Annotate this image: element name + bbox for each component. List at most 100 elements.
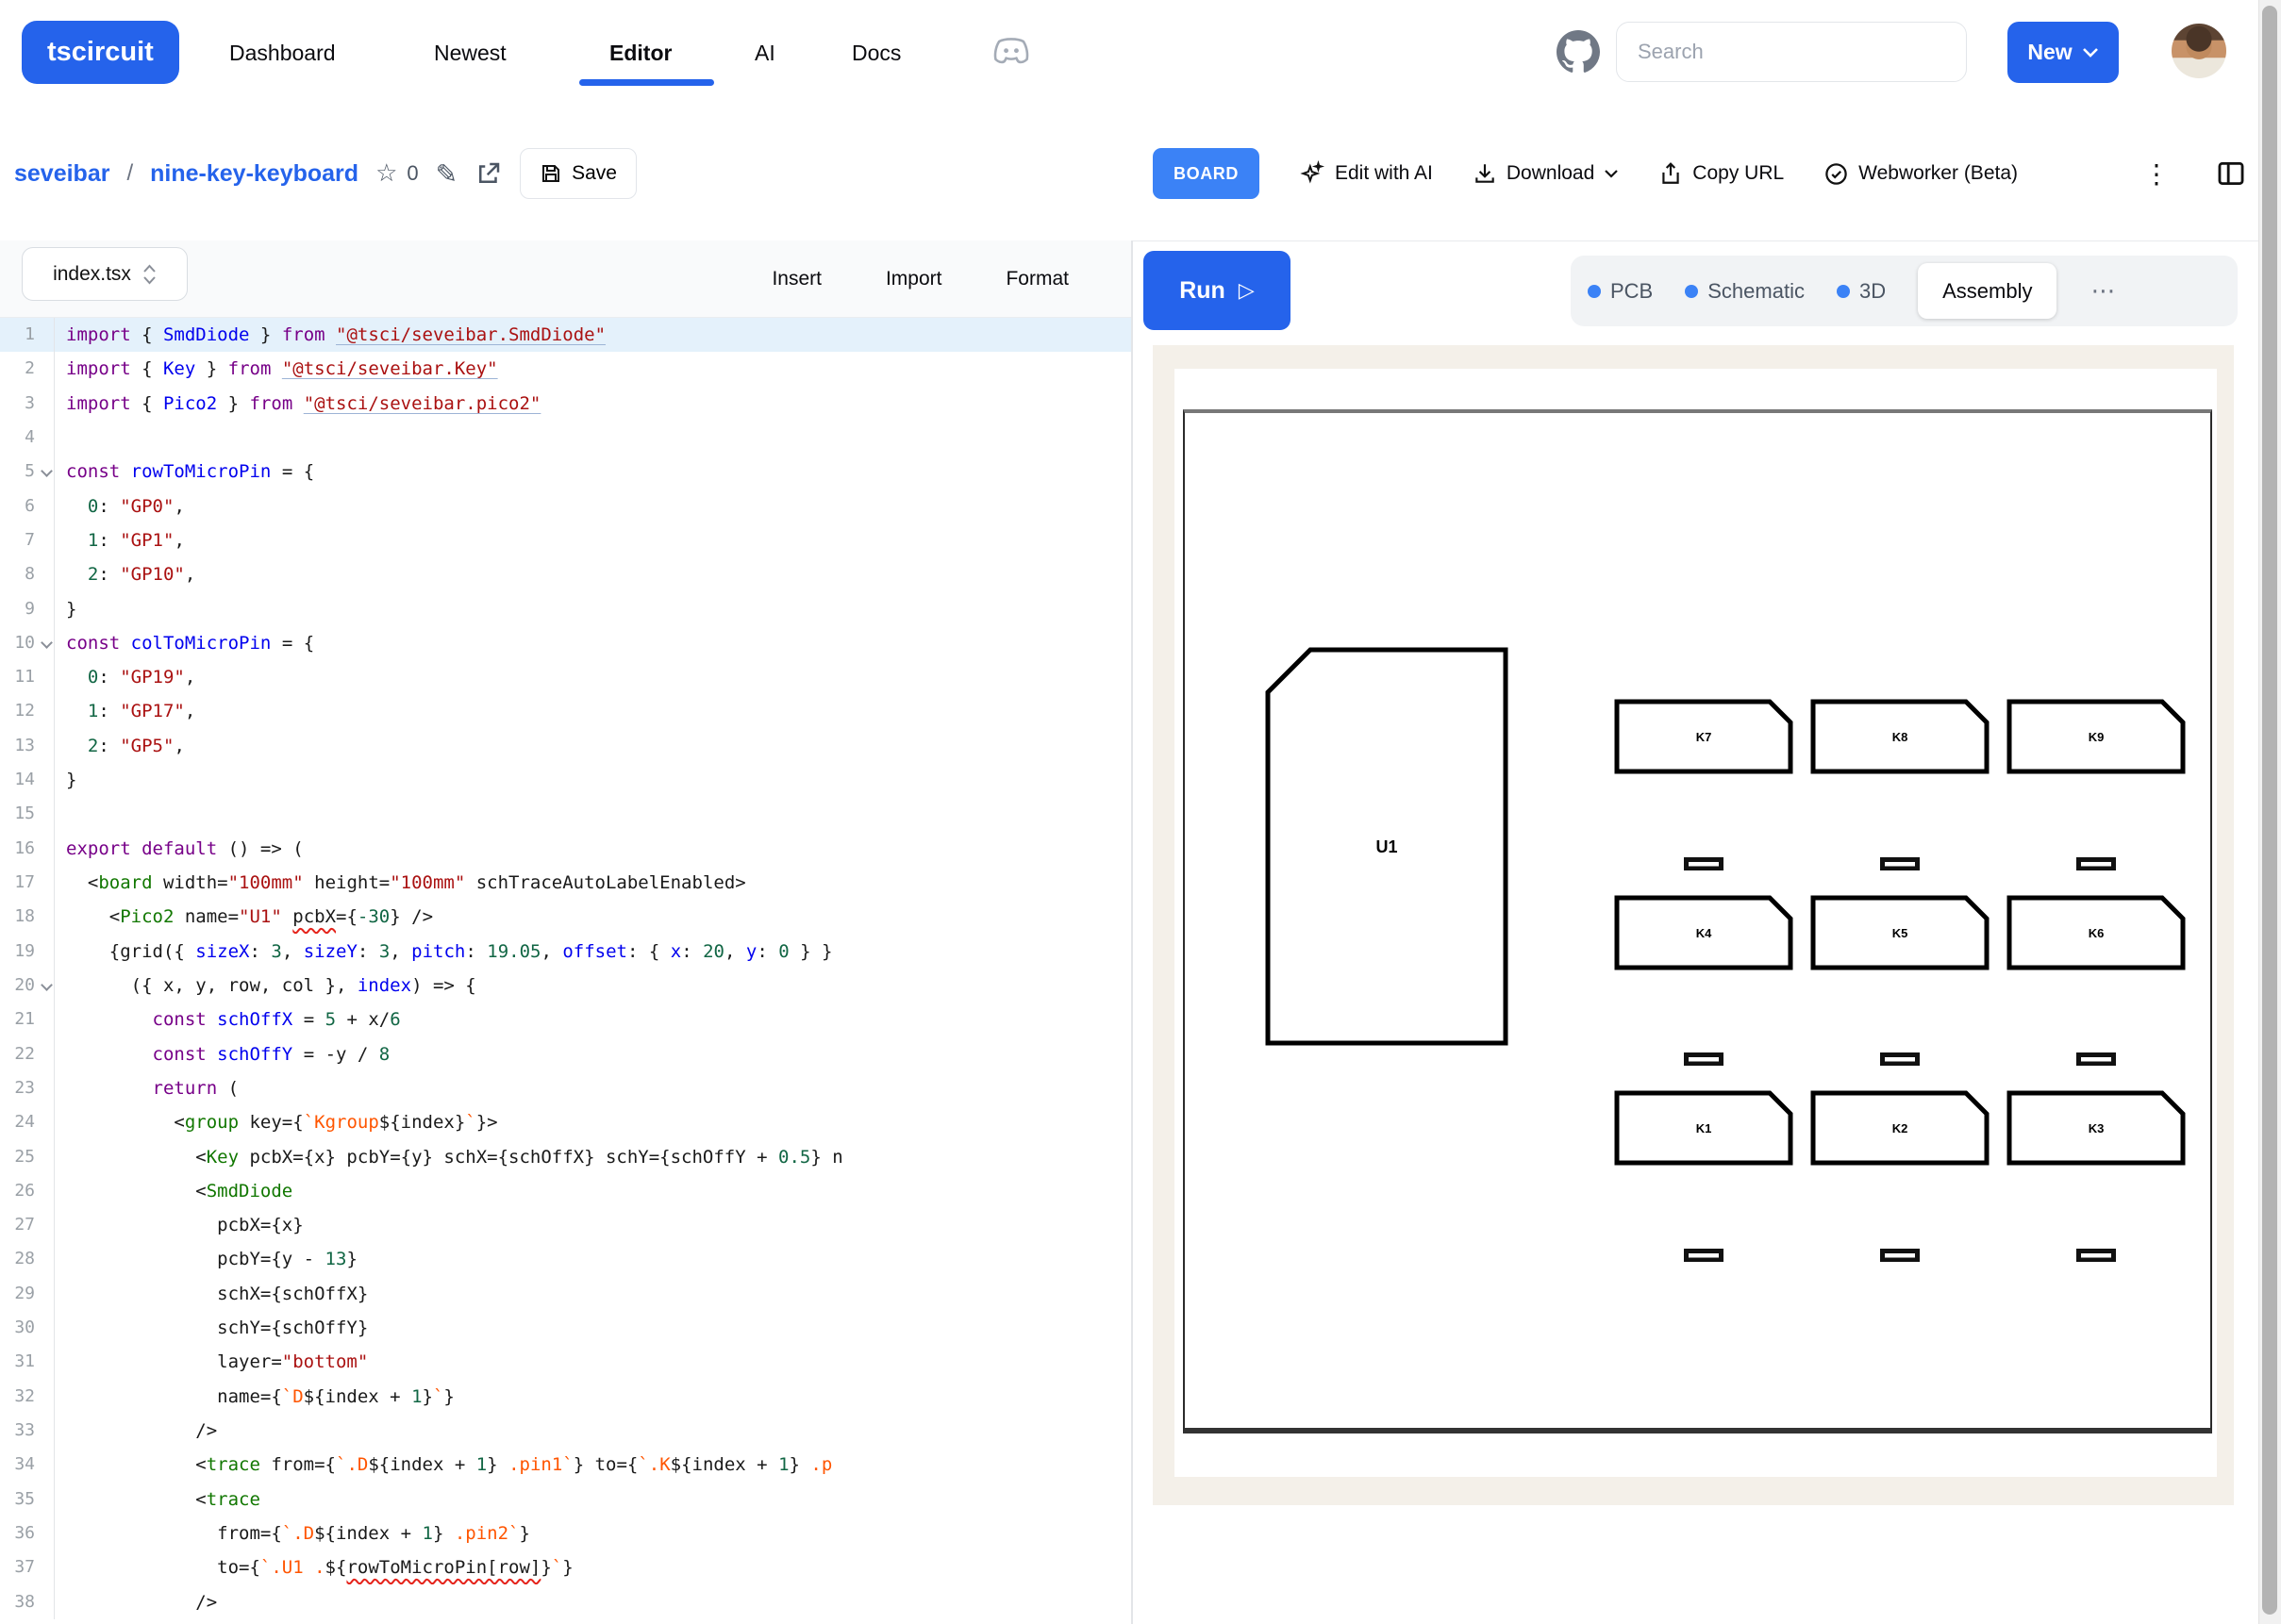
component-diode[interactable] [2076,1052,2116,1066]
code-line[interactable]: 8 2: "GP10", [0,557,1131,591]
code-line[interactable]: 26 <SmdDiode [0,1174,1131,1208]
search-input[interactable] [1616,22,1967,82]
nav-link-ai[interactable]: AI [755,0,775,106]
download-button[interactable]: Download [1473,161,1619,186]
nav-link-dashboard[interactable]: Dashboard [229,0,336,106]
code-line[interactable]: 2import { Key } from "@tsci/seveibar.Key… [0,352,1131,386]
tab-pcb[interactable]: PCB [1588,279,1653,304]
component-diode[interactable] [1880,857,1920,870]
code-line[interactable]: 22 const schOffY = -y / 8 [0,1037,1131,1071]
component-diode[interactable] [1880,1249,1920,1262]
code-line[interactable]: 37 to={`.U1 .${rowToMicroPin[row]}`} [0,1550,1131,1584]
component-diode[interactable] [1684,1249,1723,1262]
code-line[interactable]: 20 ({ x, y, row, col }, index) => { [0,969,1131,1003]
code-line[interactable]: 34 <trace from={`.D${index + 1} .pin1`} … [0,1448,1131,1482]
toggle-panel-button[interactable] [2215,107,2247,240]
component-diode[interactable] [1880,1052,1920,1066]
sparkle-icon [1299,160,1325,187]
code-line[interactable]: 15 [0,797,1131,831]
component-key[interactable]: K8 [1813,702,1987,771]
code-line[interactable]: 14} [0,763,1131,797]
tab-schematic[interactable]: Schematic [1685,279,1805,304]
menu-format[interactable]: Format [1006,268,1069,290]
preview-tab-bar: PCB Schematic 3D Assembly ⋯ [1571,256,2238,326]
code-line[interactable]: 21 const schOffX = 5 + x/6 [0,1003,1131,1036]
copy-url-label: Copy URL [1692,162,1784,185]
code-line[interactable]: 35 <trace [0,1483,1131,1516]
code-line[interactable]: 7 1: "GP1", [0,523,1131,557]
component-diode[interactable] [1684,1052,1723,1066]
code-line[interactable]: 29 schX={schOffX} [0,1277,1131,1311]
panel-divider[interactable] [1131,240,1133,1624]
star-icon[interactable]: ☆ [375,159,397,188]
edit-pencil-icon[interactable]: ✎ [436,158,458,190]
code-line[interactable]: 4 [0,421,1131,455]
code-line[interactable]: 17 <board width="100mm" height="100mm" s… [0,866,1131,900]
code-line[interactable]: 6 0: "GP0", [0,489,1131,523]
nav-link-docs[interactable]: Docs [852,0,901,106]
menu-import[interactable]: Import [886,268,942,290]
code-line[interactable]: 18 <Pico2 name="U1" pcbX={-30} /> [0,900,1131,934]
nav-link-editor[interactable]: Editor [609,0,672,106]
code-line[interactable]: 28 pcbY={y - 13} [0,1242,1131,1276]
breadcrumb-project[interactable]: nine-key-keyboard [150,160,358,188]
edit-with-ai-button[interactable]: Edit with AI [1299,160,1433,187]
code-line[interactable]: 5const rowToMicroPin = { [0,455,1131,489]
component-key[interactable]: K5 [1813,898,1987,968]
page-scrollbar-thumb[interactable] [2262,6,2277,1615]
code-line[interactable]: 30 schY={schOffY} [0,1311,1131,1345]
code-editor[interactable]: 1import { SmdDiode } from "@tsci/seveiba… [0,318,1131,1624]
discord-icon[interactable] [992,35,1030,67]
component-key[interactable]: K3 [2009,1093,2183,1163]
component-key[interactable]: K4 [1617,898,1790,968]
fold-chevron-icon[interactable] [41,637,53,649]
code-line[interactable]: 32 name={`D${index + 1}`} [0,1380,1131,1414]
code-line[interactable]: 36 from={`.D${index + 1} .pin2`} [0,1516,1131,1550]
code-line[interactable]: 33 /> [0,1414,1131,1448]
nav-link-newest[interactable]: Newest [434,0,507,106]
code-line[interactable]: 25 <Key pcbX={x} pcbY={y} schX={schOffX}… [0,1140,1131,1174]
component-diode[interactable] [1684,857,1723,870]
code-line[interactable]: 3import { Pico2 } from "@tsci/seveibar.p… [0,387,1131,421]
component-diode[interactable] [2076,1249,2116,1262]
more-options-button[interactable]: ⋮ [2143,107,2170,240]
share-icon[interactable] [475,159,503,188]
code-line[interactable]: 23 return ( [0,1071,1131,1105]
code-line[interactable]: 24 <group key={`Kgroup${index}`}> [0,1105,1131,1139]
tab-overflow-button[interactable]: ⋯ [2090,277,2115,306]
component-key[interactable]: K1 [1617,1093,1790,1163]
webworker-button[interactable]: Webworker (Beta) [1823,161,2018,187]
copy-url-button[interactable]: Copy URL [1658,161,1784,186]
save-button-label: Save [572,162,617,185]
save-button[interactable]: Save [520,148,637,199]
component-key[interactable]: K9 [2009,702,2183,771]
component-U1[interactable]: U1 [1268,650,1506,1043]
menu-insert[interactable]: Insert [772,268,822,290]
component-key[interactable]: K6 [2009,898,2183,968]
code-line[interactable]: 11 0: "GP19", [0,660,1131,694]
board-badge[interactable]: BOARD [1153,148,1259,199]
new-button[interactable]: New [2007,22,2119,83]
tscircuit-logo[interactable]: tscircuit [22,21,179,84]
code-line[interactable]: 9} [0,592,1131,626]
component-key[interactable]: K2 [1813,1093,1987,1163]
user-avatar[interactable] [2172,24,2226,78]
code-line[interactable]: 10const colToMicroPin = { [0,626,1131,660]
code-line[interactable]: 38 /> [0,1585,1131,1619]
code-line[interactable]: 12 1: "GP17", [0,694,1131,728]
fold-chevron-icon[interactable] [41,465,53,477]
breadcrumb-owner[interactable]: seveibar [14,160,109,188]
github-icon[interactable] [1557,30,1600,74]
code-line[interactable]: 13 2: "GP5", [0,729,1131,763]
component-key[interactable]: K7 [1617,702,1790,771]
fold-chevron-icon[interactable] [41,979,53,991]
code-line[interactable]: 19 {grid({ sizeX: 3, sizeY: 3, pitch: 19… [0,935,1131,969]
code-line[interactable]: 27 pcbX={x} [0,1208,1131,1242]
code-line[interactable]: 1import { SmdDiode } from "@tsci/seveiba… [0,318,1131,352]
component-diode[interactable] [2076,857,2116,870]
run-button[interactable]: Run ▷ [1143,251,1290,330]
code-line[interactable]: 16export default () => ( [0,832,1131,866]
tab-3d[interactable]: 3D [1837,279,1886,304]
code-line[interactable]: 31 layer="bottom" [0,1345,1131,1379]
tab-assembly[interactable]: Assembly [1918,263,2056,319]
